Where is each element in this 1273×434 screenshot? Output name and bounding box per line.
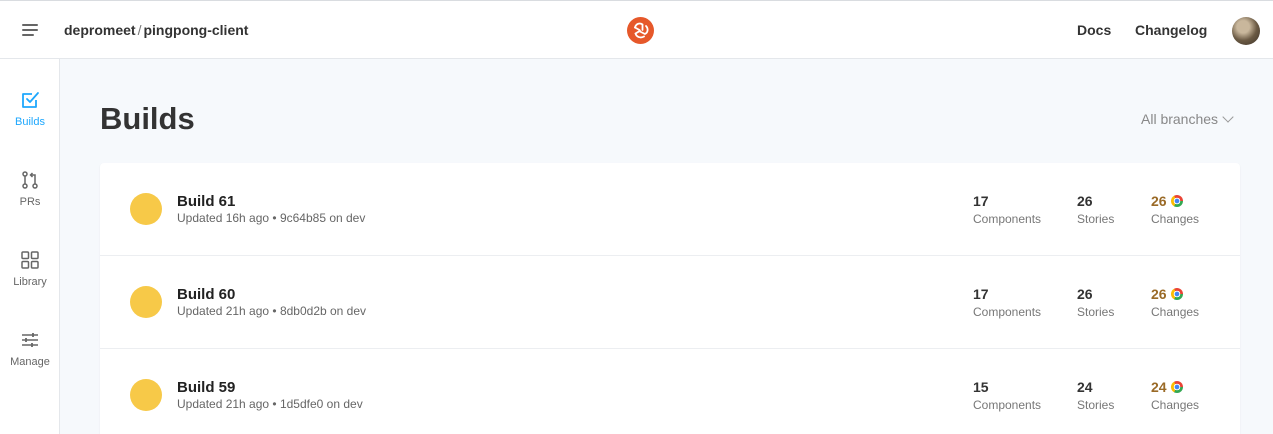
grid-icon bbox=[21, 251, 39, 269]
changes-stat: 26 Changes bbox=[1151, 193, 1199, 226]
hamburger-menu-icon[interactable] bbox=[20, 21, 40, 41]
stories-label: Stories bbox=[1077, 212, 1115, 226]
stories-stat: 24 Stories bbox=[1077, 379, 1114, 412]
build-name: Build 61 bbox=[177, 193, 236, 210]
build-status-indicator bbox=[130, 193, 162, 225]
components-stat: 17 Components bbox=[973, 193, 1041, 226]
build-name: Build 59 bbox=[177, 379, 236, 396]
repo-name: pingpong-client bbox=[143, 22, 249, 38]
components-label: Components bbox=[973, 305, 1042, 319]
build-row[interactable]: Build 59 Updated 21h ago • 1d5dfe0 on de… bbox=[100, 349, 1240, 434]
sliders-icon bbox=[22, 333, 38, 347]
page-title: Builds bbox=[100, 101, 195, 136]
stories-count: 26 bbox=[1077, 193, 1093, 209]
sidebar-item-label: PRs bbox=[19, 196, 41, 208]
build-status-indicator bbox=[130, 379, 162, 411]
sidebar-item-label: Library bbox=[13, 276, 47, 288]
chrome-browser-icon bbox=[1170, 195, 1183, 207]
sidebar-item-prs[interactable]: PRs bbox=[0, 170, 60, 230]
changes-label: Changes bbox=[1151, 398, 1200, 412]
builds-list: Build 61 Updated 16h ago • 9c64b85 on de… bbox=[100, 163, 1240, 434]
changes-label: Changes bbox=[1151, 305, 1200, 319]
chevron-down-icon bbox=[1222, 111, 1234, 123]
chrome-browser-icon bbox=[1170, 381, 1183, 393]
build-name: Build 60 bbox=[177, 286, 236, 303]
changes-count: 26 bbox=[1151, 193, 1167, 209]
sidebar-item-label: Builds bbox=[15, 116, 45, 128]
repo-breadcrumb[interactable]: depromeet / pingpong-client bbox=[64, 22, 248, 38]
changes-count: 26 bbox=[1151, 286, 1167, 302]
build-row[interactable]: Build 61 Updated 16h ago • 9c64b85 on de… bbox=[100, 163, 1240, 256]
build-status-indicator bbox=[130, 286, 162, 318]
build-meta: Updated 16h ago • 9c64b85 on dev bbox=[177, 211, 366, 225]
components-label: Components bbox=[973, 398, 1042, 412]
components-count: 17 bbox=[973, 193, 989, 209]
docs-link[interactable]: Docs bbox=[1077, 22, 1111, 38]
sidebar-item-label: Manage bbox=[10, 356, 50, 368]
sidebar: Builds PRs Library Manage bbox=[0, 59, 60, 434]
components-count: 17 bbox=[973, 286, 989, 302]
sidebar-item-library[interactable]: Library bbox=[0, 250, 60, 310]
components-count: 15 bbox=[973, 379, 989, 395]
changes-label: Changes bbox=[1151, 212, 1200, 226]
changelog-link[interactable]: Changelog bbox=[1135, 22, 1207, 38]
components-label: Components bbox=[973, 212, 1042, 226]
components-stat: 17 Components bbox=[973, 286, 1041, 319]
breadcrumb-separator: / bbox=[137, 22, 142, 38]
changes-stat: 24 Changes bbox=[1151, 379, 1199, 412]
sidebar-item-builds[interactable]: Builds bbox=[0, 90, 60, 150]
checkbox-icon bbox=[22, 92, 39, 108]
stories-count: 26 bbox=[1077, 286, 1093, 302]
chrome-browser-icon bbox=[1170, 288, 1183, 300]
org-name: depromeet bbox=[64, 22, 136, 38]
stories-stat: 26 Stories bbox=[1077, 286, 1114, 319]
build-meta: Updated 21h ago • 8db0d2b on dev bbox=[177, 304, 367, 318]
pull-request-icon bbox=[22, 171, 38, 189]
sidebar-item-manage[interactable]: Manage bbox=[0, 330, 60, 390]
user-avatar[interactable] bbox=[1232, 17, 1260, 45]
top-bar: depromeet / pingpong-client Docs Changelog bbox=[0, 0, 1273, 59]
components-stat: 15 Components bbox=[973, 379, 1041, 412]
build-meta: Updated 21h ago • 1d5dfe0 on dev bbox=[177, 397, 363, 411]
branch-filter-label: All branches bbox=[1141, 111, 1219, 127]
build-row[interactable]: Build 60 Updated 21h ago • 8db0d2b on de… bbox=[100, 256, 1240, 349]
branch-filter-dropdown[interactable]: All branches bbox=[1141, 111, 1234, 127]
changes-count: 24 bbox=[1151, 379, 1167, 395]
stories-label: Stories bbox=[1077, 305, 1115, 319]
stories-count: 24 bbox=[1077, 379, 1093, 395]
changes-stat: 26 Changes bbox=[1151, 286, 1199, 319]
stories-label: Stories bbox=[1077, 398, 1115, 412]
stories-stat: 26 Stories bbox=[1077, 193, 1114, 226]
chromatic-logo-icon[interactable] bbox=[627, 17, 654, 44]
